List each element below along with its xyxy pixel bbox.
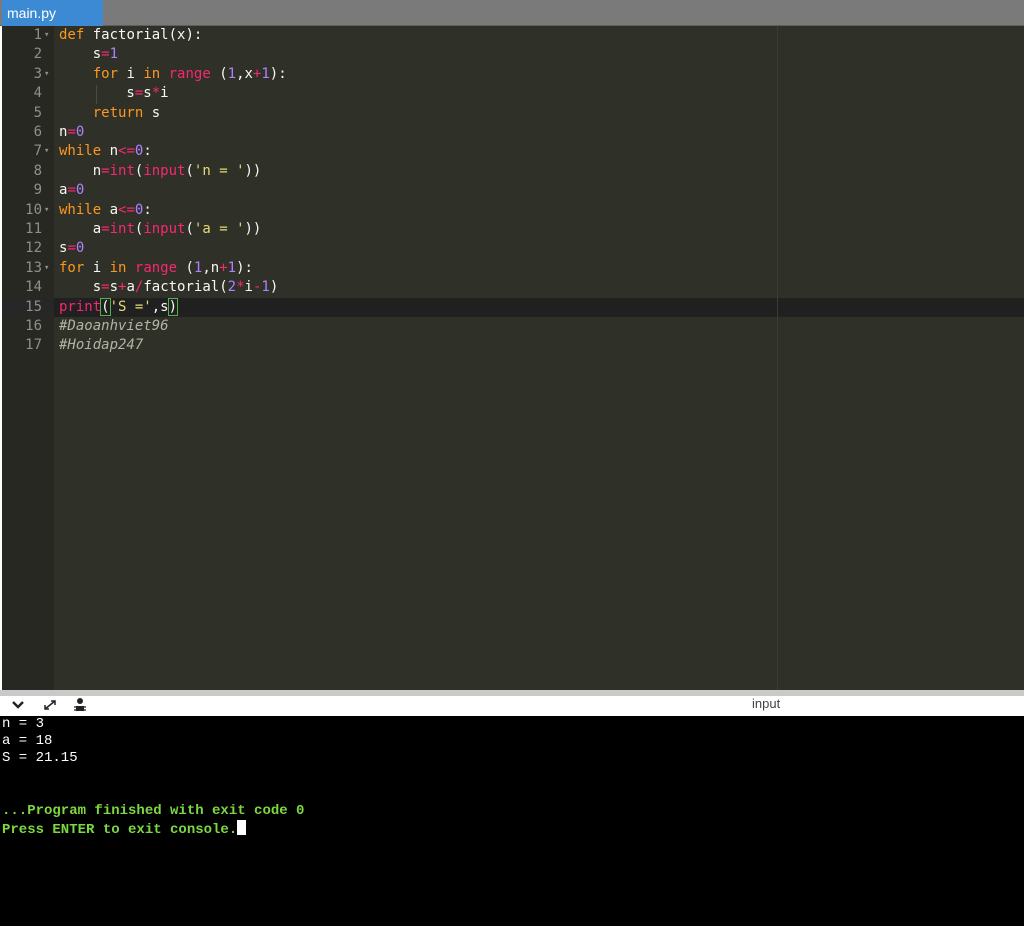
code-line: for i in range (1,x+1): bbox=[92, 65, 287, 82]
print-margin bbox=[777, 26, 778, 690]
console-cursor bbox=[237, 820, 247, 835]
code-line: s=s+a/factorial(2*i-1) bbox=[59, 279, 279, 296]
press-enter-line: Press ENTER to exit console. bbox=[2, 820, 247, 838]
exit-status-line: ...Program finished with exit code 0 bbox=[2, 803, 305, 819]
line-number: 1 bbox=[33, 27, 42, 43]
line-number: 8 bbox=[33, 162, 42, 179]
line-number: 14 bbox=[25, 279, 42, 296]
code-comment: #Hoidap247 bbox=[59, 337, 144, 354]
fold-toggle-icon[interactable]: ▾ bbox=[44, 26, 49, 45]
line-number: 4 bbox=[33, 85, 42, 102]
press-enter-text: Press ENTER to exit console. bbox=[2, 822, 238, 838]
code-editor[interactable]: 1 2 3 4 5 6 7 8 9 10 11 12 13 14 15 16 1… bbox=[2, 26, 1024, 690]
code-line: while a<=0: bbox=[59, 201, 152, 218]
line-number: 10 bbox=[25, 201, 42, 218]
code-line: n=0 bbox=[59, 124, 85, 140]
text-cursor bbox=[177, 297, 179, 314]
debug-icon[interactable] bbox=[72, 696, 88, 716]
code-line: a=int(input('a = ')) bbox=[59, 221, 262, 237]
fold-toggle-icon[interactable]: ▾ bbox=[44, 65, 49, 84]
line-number: 7 bbox=[33, 143, 42, 160]
console-line: S = 21.15 bbox=[2, 750, 78, 766]
chevron-down-icon[interactable] bbox=[11, 696, 25, 716]
fold-toggle-icon[interactable]: ▾ bbox=[44, 201, 49, 220]
line-number: 13 bbox=[25, 259, 42, 276]
console-output[interactable]: n = 3 a = 18 S = 21.15 ...Program finish… bbox=[0, 716, 1024, 926]
input-label: input bbox=[752, 696, 781, 711]
code-line: a=0 bbox=[59, 182, 85, 199]
fold-toggle-icon[interactable]: ▾ bbox=[44, 142, 49, 161]
line-number: 9 bbox=[33, 182, 42, 199]
tab-main-py[interactable]: main.py bbox=[2, 0, 103, 26]
line-number: 11 bbox=[25, 221, 42, 237]
line-number: 12 bbox=[25, 240, 42, 257]
code-line: while n<=0: bbox=[59, 143, 152, 160]
line-number: 17 bbox=[25, 337, 42, 354]
expand-arrows-icon[interactable] bbox=[42, 696, 58, 716]
line-number: 15 bbox=[25, 298, 42, 315]
code-line: n=int(input('n = ')) bbox=[59, 162, 262, 179]
tab-bar: main.py bbox=[0, 0, 1024, 26]
console-line: a = 18 bbox=[2, 733, 53, 749]
line-number: 3 bbox=[33, 65, 42, 82]
code-line: return s bbox=[92, 104, 161, 121]
code-line: s=s*i bbox=[59, 85, 169, 102]
line-number: 5 bbox=[33, 104, 42, 121]
active-line-highlight bbox=[54, 298, 1024, 318]
line-number: 6 bbox=[33, 124, 42, 140]
code-line: print('S =',s) bbox=[59, 297, 179, 316]
console-toolbar: input bbox=[0, 696, 1024, 716]
code-line: def factorial(x): bbox=[59, 27, 203, 43]
fold-toggle-icon[interactable]: ▾ bbox=[44, 259, 49, 278]
code-line: s=0 bbox=[59, 240, 85, 257]
code-line: for i in range (1,n+1): bbox=[59, 259, 253, 276]
code-comment: #Daoanhviet96 bbox=[59, 318, 169, 334]
code-line: s=1 bbox=[59, 46, 119, 63]
line-number: 2 bbox=[33, 46, 42, 63]
line-number: 16 bbox=[25, 318, 42, 334]
console-line: n = 3 bbox=[2, 716, 45, 732]
